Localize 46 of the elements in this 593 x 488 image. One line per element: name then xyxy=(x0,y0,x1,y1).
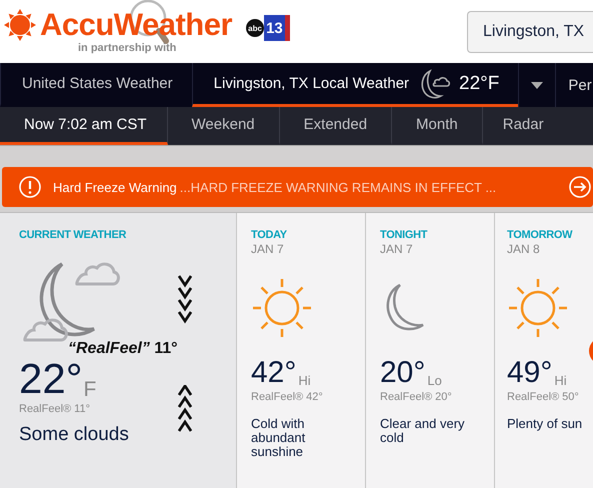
card-date: JAN 7 xyxy=(251,242,285,256)
chevrons-down-icon xyxy=(178,275,192,325)
logo[interactable]: AccuWeather xyxy=(40,8,232,42)
weather-phrase: Some clouds xyxy=(19,428,130,442)
location-button[interactable]: Livingston, TX xyxy=(467,11,593,53)
alert-text: ...HARD FREEZE WARNING REMAINS IN EFFECT ... xyxy=(180,180,496,194)
realfeel-text: RealFeel® 42° xyxy=(251,391,324,403)
subnav-tab[interactable]: Weekend xyxy=(168,107,280,145)
realfeel-text: RealFeel® 50° xyxy=(507,391,580,403)
realfeel-annotation: “RealFeel” 11° xyxy=(68,340,178,358)
subnav-tab[interactable]: Month xyxy=(392,107,483,145)
sun-icon xyxy=(507,277,569,339)
sun-logo-icon xyxy=(4,9,36,41)
realfeel-text: RealFeel® 20° xyxy=(380,391,453,403)
card-heading: TODAY xyxy=(251,229,288,241)
card-date: JAN 8 xyxy=(507,242,541,256)
temperature-unit: F xyxy=(84,378,96,402)
subnav-tab[interactable]: Extended xyxy=(280,107,392,145)
channel-logo: abc 13 xyxy=(246,15,290,41)
hi-lo-label: Hi xyxy=(298,373,311,388)
alert-banner[interactable]: Hard Freeze Warning ...HARD FREEZE WARNING REMAINS IN EFFECT ... xyxy=(2,167,593,207)
arrow-right-icon xyxy=(569,176,591,198)
nav-label: United States Weather xyxy=(22,75,173,92)
nav-label: Livingston, TX Local Weather xyxy=(214,75,410,92)
card-date: JAN 7 xyxy=(380,242,414,256)
temperature: 20° xyxy=(380,358,426,388)
weather-phrase: Clear and very cold xyxy=(380,417,466,445)
subnav-tab[interactable]: Radar xyxy=(482,107,544,145)
weather-phrase: Cold with abundant sunshine xyxy=(251,417,306,459)
partner-text: in partnership with xyxy=(78,42,178,54)
dropdown-caret-icon[interactable] xyxy=(531,82,544,88)
nav-temperature: 22°F xyxy=(459,72,500,94)
realfeel-text: RealFeel® 11° xyxy=(19,403,92,415)
weather-phrase: Plenty of sun xyxy=(507,417,584,431)
temperature: 49° xyxy=(507,358,552,388)
temperature: 42° xyxy=(251,358,296,388)
alert-title: Hard Freeze Warning xyxy=(53,180,177,194)
temperature: 22° xyxy=(19,358,83,400)
hi-lo-label: Lo xyxy=(427,373,442,388)
warning-icon xyxy=(19,176,41,198)
subnav-tab[interactable]: Now 7:02 am CST xyxy=(0,107,168,145)
card-heading: TONIGHT xyxy=(380,229,428,241)
sun-icon xyxy=(251,277,313,339)
card-heading: TOMORROW xyxy=(507,229,574,241)
hi-lo-label: Hi xyxy=(554,373,567,388)
card-heading: CURRENT WEATHER xyxy=(19,229,128,241)
